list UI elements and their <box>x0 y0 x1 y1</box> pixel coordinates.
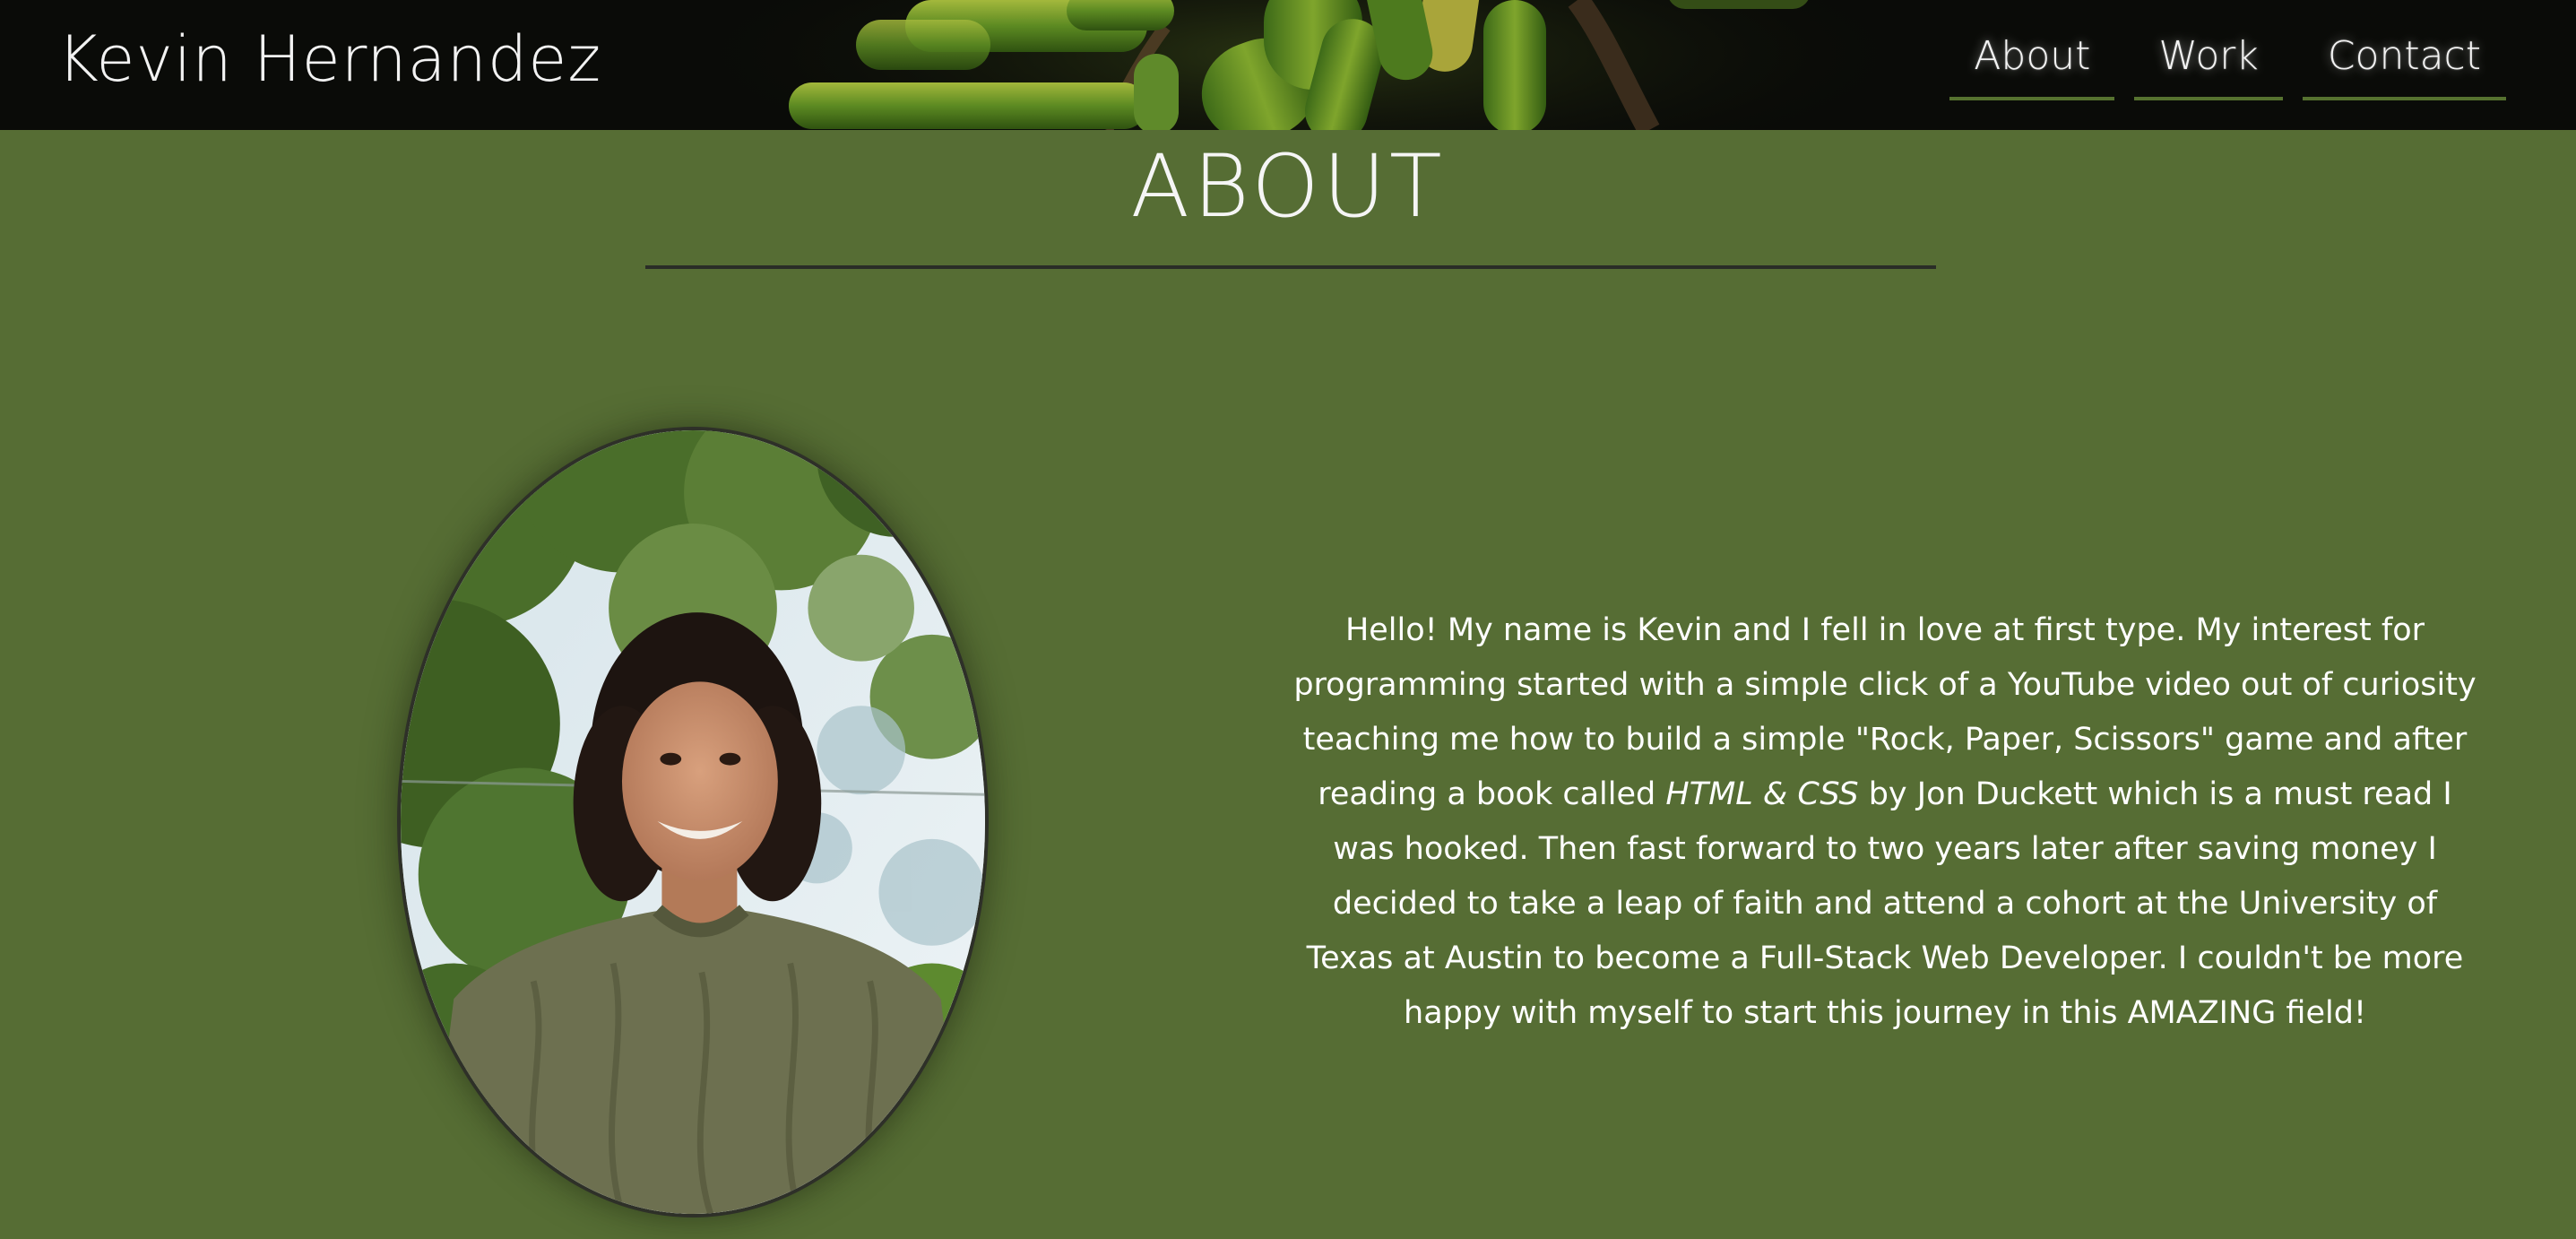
title-divider <box>645 265 1936 269</box>
section-title: ABOUT <box>1130 136 1446 237</box>
site-name: Kevin Hernandez <box>57 22 602 96</box>
book-title: HTML & CSS <box>1665 776 1859 812</box>
bio-text-rest: by Jon Duckett which is a must read I wa… <box>1306 776 2464 1031</box>
portrait-image <box>397 427 989 1217</box>
site-header: Kevin Hernandez About Work Contact <box>0 0 2576 130</box>
nav-link-about[interactable]: About <box>1949 25 2115 100</box>
main-nav: About Work Contact <box>1949 25 2506 100</box>
nav-link-contact[interactable]: Contact <box>2302 25 2506 100</box>
about-page: Kevin Hernandez About Work Contact ABOUT <box>0 0 2576 1239</box>
nav-link-work[interactable]: Work <box>2134 25 2283 100</box>
bio-paragraph: Hello! My name is Kevin and I fell in lo… <box>1289 603 2481 1041</box>
